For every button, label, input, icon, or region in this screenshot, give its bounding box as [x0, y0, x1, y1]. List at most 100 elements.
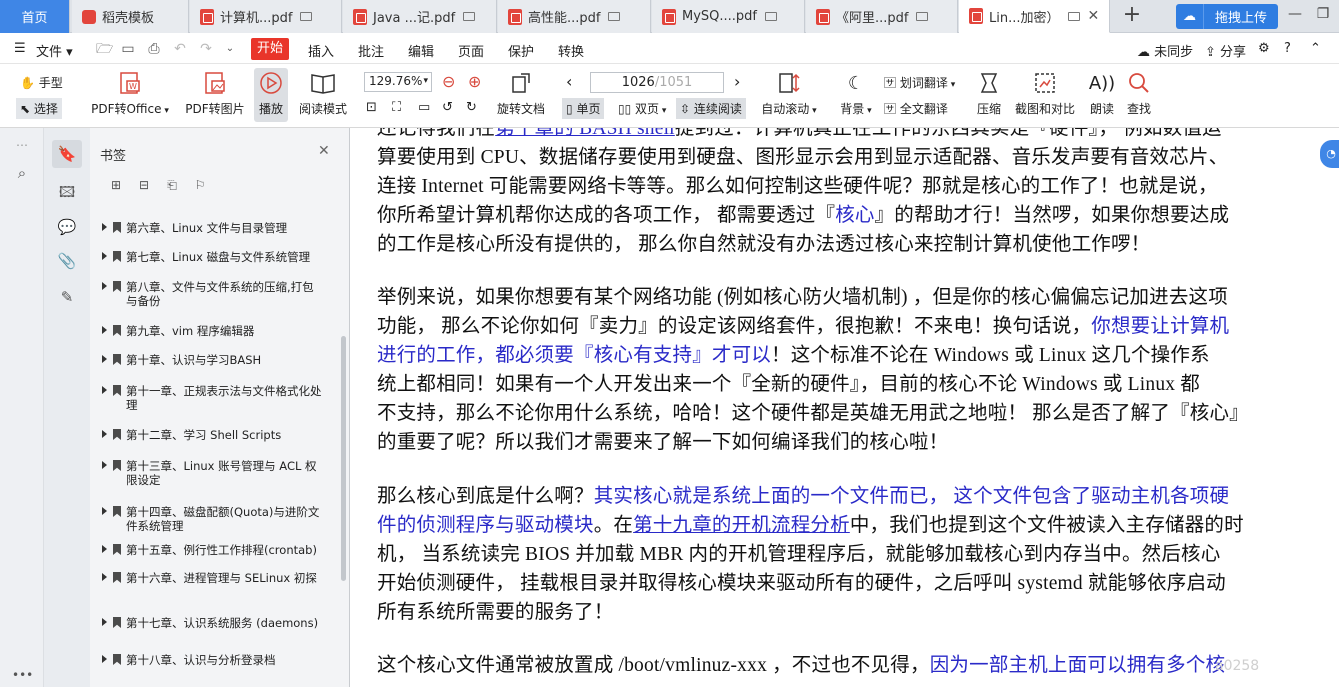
bookmark-label: 第九章、vim 程序编辑器 — [126, 324, 255, 338]
attachment-icon[interactable]: 📎 — [57, 252, 77, 272]
menu-protect[interactable]: 保护 — [508, 41, 534, 60]
comment-icon[interactable]: 💬 — [57, 218, 77, 238]
tab-pdf[interactable]: 《阿里...pdf — [806, 0, 958, 33]
menu-start[interactable]: 开始 — [251, 38, 289, 60]
chevron-down-icon[interactable]: ⌄ — [222, 41, 238, 57]
read-mode-button[interactable]: 阅读模式 — [298, 70, 348, 117]
bookmark-item[interactable]: 第十七章、认识系统服务 (daemons) — [102, 616, 322, 630]
file-menu[interactable]: 文件 ▾ — [36, 41, 73, 60]
tab-home[interactable]: 首页 — [0, 0, 70, 33]
pdf-to-image-button[interactable]: PDF转图片 — [184, 70, 246, 117]
more-icon[interactable]: ••• — [12, 668, 33, 688]
sync-status[interactable]: ☁ 未同步 — [1137, 41, 1193, 60]
prev-page-button[interactable]: ‹ — [566, 72, 572, 91]
rotate-left-icon[interactable]: ↺ — [442, 100, 453, 115]
autoscroll-button[interactable]: 自动滚动 ▾ — [760, 70, 818, 117]
select-tool[interactable]: ⬉ 选择 — [16, 98, 62, 119]
remove-bookmark-icon[interactable]: ⊟ — [134, 178, 154, 198]
full-translate-button[interactable]: 🈂 全文翻译 — [884, 100, 948, 117]
doc-line: 举例来说，如果你想要有某个网络功能 (例如核心防火墙机制) ，但是你的核心偏偏忘… — [377, 287, 1228, 308]
continuous-label: 连续阅读 — [693, 102, 742, 116]
fit-width-icon[interactable]: ▭ — [418, 100, 430, 115]
add-tab-button[interactable]: + — [1118, 3, 1146, 29]
next-page-button[interactable]: › — [734, 72, 740, 91]
gear-icon[interactable]: ⚙ — [1258, 41, 1270, 56]
bookmark-item[interactable]: 第十一章、正规表示法与文件格式化处理 — [102, 384, 322, 412]
close-icon[interactable]: ✕ — [318, 143, 330, 159]
tab-pdf[interactable]: 高性能...pdf — [498, 0, 651, 33]
bookmark-flag-icon[interactable]: ⚐ — [190, 178, 210, 198]
menu-annotate[interactable]: 批注 — [358, 41, 384, 60]
bookmark-item[interactable]: 第十六章、进程管理与 SELinux 初探 — [102, 571, 322, 585]
actual-size-icon[interactable]: ⊡ — [366, 100, 377, 115]
share-button[interactable]: ⇪ 分享 — [1205, 41, 1246, 60]
signature-icon[interactable]: ✎ — [57, 288, 77, 308]
bookmark-item[interactable]: 第十八章、认识与分析登录档 — [102, 653, 322, 667]
tab-pdf[interactable]: MySQ....pdf — [652, 0, 805, 33]
menu-insert[interactable]: 插入 — [308, 41, 334, 60]
bookmark-item[interactable]: 第十二章、学习 Shell Scripts — [102, 428, 322, 442]
collapse-icon[interactable]: ⋯ — [12, 138, 32, 158]
find-button[interactable]: 查找 — [1124, 70, 1154, 117]
bookmark-item[interactable]: 第十三章、Linux 账号管理与 ACL 权限设定 — [102, 459, 322, 487]
bookmark-item[interactable]: 第八章、文件与文件系统的压缩,打包与备份 — [102, 280, 322, 308]
page-number-input[interactable]: 1026/1051 — [590, 72, 724, 93]
doc-link[interactable]: 第十九章的开机流程分析 — [633, 515, 850, 536]
close-icon[interactable]: ✕ — [1088, 8, 1100, 24]
menu-convert[interactable]: 转换 — [558, 41, 584, 60]
bookmark-item[interactable]: 第十四章、磁盘配额(Quota)与进阶文件系统管理 — [102, 505, 322, 533]
save-icon[interactable]: ▭ — [120, 41, 136, 57]
fit-page-icon[interactable]: ⛶ — [392, 100, 401, 115]
pdf-to-office-button[interactable]: W PDF转Office ▾ — [90, 70, 170, 117]
tab-pdf-active[interactable]: Lin...加密） ✕ — [959, 0, 1110, 33]
search-panel-icon[interactable]: ⌕ — [12, 164, 32, 184]
zoom-select[interactable]: 129.76% ▾ — [364, 72, 432, 92]
tab-pdf[interactable]: 计算机...pdf — [190, 0, 342, 33]
assistant-icon[interactable]: ◔ — [1320, 140, 1339, 168]
add-bookmark-icon[interactable]: ⊞ — [106, 178, 126, 198]
play-button[interactable]: 播放 — [254, 68, 288, 122]
rotate-right-icon[interactable]: ↻ — [466, 100, 477, 115]
tab-pdf[interactable]: Java ...记.pdf — [343, 0, 497, 33]
background-button[interactable]: ☾ 背景 ▾ — [838, 70, 874, 117]
minimize-button[interactable]: — — [1286, 6, 1304, 26]
bookmark-item[interactable]: 第十五章、例行性工作排程(crontab) — [102, 543, 322, 557]
expand-icon[interactable]: ⌃ — [1310, 41, 1321, 56]
bookmark-add-icon[interactable]: ⎗ — [162, 178, 182, 198]
bookmark-label: 第十一章、正规表示法与文件格式化处理 — [126, 384, 322, 412]
restore-button[interactable]: ❐ — [1314, 6, 1332, 26]
rotate-doc-button[interactable]: 旋转文档 — [496, 70, 546, 117]
compress-button[interactable]: 压缩 — [974, 70, 1004, 117]
bookmark-item[interactable]: 第七章、Linux 磁盘与文件系统管理 — [102, 250, 322, 264]
bookmark-scrollbar[interactable] — [341, 336, 346, 581]
thumbnail-icon[interactable]: 🖾 — [57, 182, 77, 202]
zoom-out-icon[interactable]: ⊖ — [442, 72, 455, 91]
menu-page[interactable]: 页面 — [458, 41, 484, 60]
zoom-in-icon[interactable]: ⊕ — [468, 72, 481, 91]
print-icon[interactable]: ⎙ — [146, 41, 162, 57]
word-translate-button[interactable]: 🈂 划词翻译 ▾ — [884, 74, 955, 91]
continuous-read-button[interactable]: ⇳ 连续阅读 — [676, 98, 746, 119]
read-aloud-button[interactable]: A)) 朗读 — [1088, 70, 1116, 117]
menu-edit[interactable]: 编辑 — [408, 41, 434, 60]
screenshot-compare-button[interactable]: 截图和对比 — [1014, 70, 1076, 117]
rotate-doc-label: 旋转文档 — [496, 102, 545, 116]
bookmark-panel-icon[interactable]: 🔖 — [52, 140, 82, 168]
upload-label: 拖拽上传 — [1214, 11, 1267, 26]
single-page-button[interactable]: ▯ 单页 — [562, 98, 605, 119]
tab-docer[interactable]: 稻壳模板 — [72, 0, 189, 33]
redo-icon[interactable]: ↷ — [198, 41, 214, 57]
hamburger-icon[interactable]: ☰ — [14, 41, 26, 56]
doc-text: ！这个标准不论在 Windows 或 Linux 这几个操作系 — [771, 345, 1210, 366]
bookmark-item[interactable]: 第九章、vim 程序编辑器 — [102, 324, 322, 338]
bookmark-item[interactable]: 第十章、认识与学习BASH — [102, 353, 322, 367]
docer-icon — [82, 9, 96, 24]
double-page-button[interactable]: ▯▯ 双页 ▾ — [618, 100, 666, 117]
help-icon[interactable]: ? — [1284, 41, 1291, 56]
doc-link[interactable]: 第十章的 BASH shell — [495, 128, 675, 139]
bookmark-item[interactable]: 第六章、Linux 文件与目录管理 — [102, 221, 322, 235]
hand-tool[interactable]: ✋ 手型 — [20, 74, 63, 91]
upload-button[interactable]: ☁ 拖拽上传 — [1176, 4, 1278, 29]
open-icon[interactable]: 🗁 — [96, 41, 113, 57]
undo-icon[interactable]: ↶ — [172, 41, 188, 57]
